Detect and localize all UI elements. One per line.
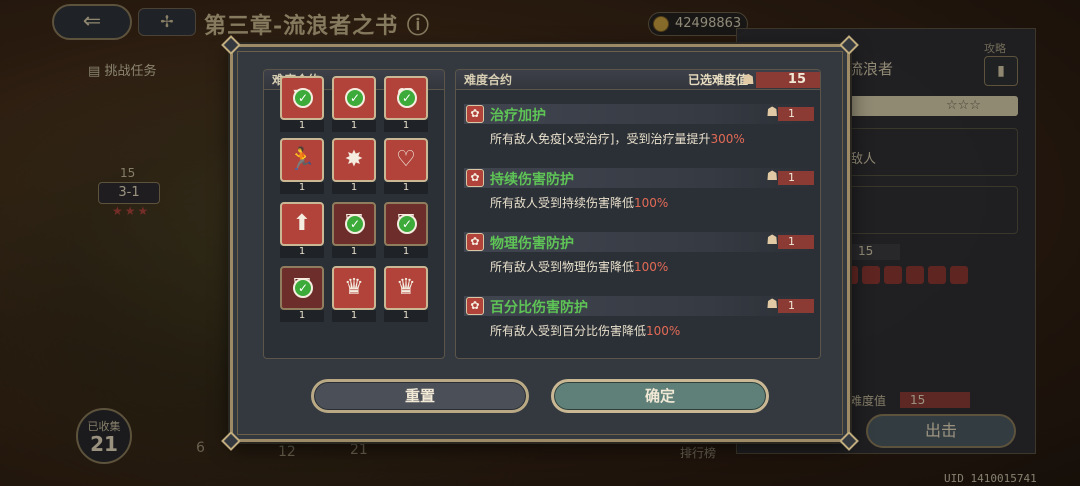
contract-grid-panel[interactable]: 难度合约 ▼✓1⊘✓1♥✓1🏃1✸1♡1⬆1⛉✓1⛉✓1⛉✓1♛1♛1 xyxy=(263,69,445,359)
contract-tile[interactable]: ♥✓1 xyxy=(384,76,428,132)
rule-cost: 1 xyxy=(778,299,814,313)
contract-count: 1 xyxy=(384,120,428,132)
rule-name: 治疗加护 xyxy=(490,108,546,124)
contract-count: 1 xyxy=(332,310,376,322)
rule-name: 物理伤害防护 xyxy=(490,236,574,252)
contract-count: 1 xyxy=(280,182,324,194)
demon-mask-icon: ☗ xyxy=(766,105,778,120)
contract-rule[interactable]: ✿ 治疗加护 ☗ 1 所有敌人免疫[x受治疗]，受到治疗量提升300% xyxy=(464,104,814,147)
demon-mask-icon: ☗ xyxy=(766,297,778,312)
demon-mask-icon: ☗ xyxy=(766,169,778,184)
rule-header: ✿ 治疗加护 ☗ 1 xyxy=(464,104,814,124)
rule-header: ✿ 物理伤害防护 ☗ 1 xyxy=(464,232,814,252)
contract-tile-icon: ♛ xyxy=(332,266,376,310)
contract-tile[interactable]: ⛉✓1 xyxy=(332,202,376,258)
contract-tile-icon: ▼✓ xyxy=(280,76,324,120)
checkmark-icon: ✓ xyxy=(397,214,417,234)
contract-tile[interactable]: ⛉✓1 xyxy=(280,266,324,322)
contract-rule[interactable]: ✿ 物理伤害防护 ☗ 1 所有敌人受到物理伤害降低100% xyxy=(464,232,814,275)
rule-description-text: 所有敌人受到物理伤害降低 xyxy=(490,260,635,274)
contract-tile-icon: ⛉✓ xyxy=(384,202,428,246)
reset-button[interactable]: 重置 xyxy=(311,379,529,413)
rule-icon: ✿ xyxy=(466,297,484,315)
rule-description: 所有敌人受到百分比伤害降低100% xyxy=(464,322,814,339)
contract-rule[interactable]: ✿ 百分比伤害防护 ☗ 1 所有敌人受到百分比伤害降低100% xyxy=(464,296,814,339)
confirm-button[interactable]: 确定 xyxy=(551,379,769,413)
rule-name: 百分比伤害防护 xyxy=(490,300,588,316)
contract-tile[interactable]: ♛ 1 xyxy=(384,266,428,322)
selected-difficulty-label: 已选难度值 xyxy=(688,73,749,87)
rule-header: ✿ 持续伤害防护 ☗ 1 xyxy=(464,168,814,188)
checkmark-icon: ✓ xyxy=(345,214,365,234)
contract-tile-icon: ♡ xyxy=(384,138,428,182)
contract-count: 1 xyxy=(332,182,376,194)
rule-icon: ✿ xyxy=(466,169,484,187)
rule-icon: ✿ xyxy=(466,233,484,251)
contract-tile-icon: ✸ xyxy=(332,138,376,182)
contract-tile[interactable]: ⛉✓1 xyxy=(384,202,428,258)
contract-glyph-icon: 🏃 xyxy=(288,147,316,172)
rule-cost: 1 xyxy=(778,171,814,185)
contract-detail-header: 难度合约 已选难度值 15 ☗ xyxy=(456,70,820,90)
rule-description-value: 300% xyxy=(710,132,745,146)
contract-count: 1 xyxy=(280,246,324,258)
rule-name: 持续伤害防护 xyxy=(490,172,574,188)
demon-mask-icon: ☗ xyxy=(742,72,755,88)
contract-tile[interactable]: ⊘✓1 xyxy=(332,76,376,132)
contract-tile[interactable]: ✸ 1 xyxy=(332,138,376,194)
demon-mask-icon: ☗ xyxy=(766,233,778,248)
contract-glyph-icon: ⬆ xyxy=(292,211,312,236)
contract-count: 1 xyxy=(280,310,324,322)
rule-header: ✿ 百分比伤害防护 ☗ 1 xyxy=(464,296,814,316)
contract-tile-icon: ⛉✓ xyxy=(280,266,324,310)
rule-cost: 1 xyxy=(778,235,814,249)
contract-glyph-icon: ✸ xyxy=(344,147,364,172)
contract-rule[interactable]: ✿ 持续伤害防护 ☗ 1 所有敌人受到持续伤害降低100% xyxy=(464,168,814,211)
checkmark-icon: ✓ xyxy=(345,88,365,108)
rule-description-value: 100% xyxy=(634,196,669,210)
contract-tile-icon: ⊘✓ xyxy=(332,76,376,120)
checkmark-icon: ✓ xyxy=(293,278,313,298)
contract-tile[interactable]: ▼✓1 xyxy=(280,76,324,132)
contract-detail-panel[interactable]: 难度合约 已选难度值 15 ☗ ✿ 治疗加护 ☗ 1 所有敌人免疫[x受治疗]，受到治疗… xyxy=(455,69,821,359)
contract-count: 1 xyxy=(384,310,428,322)
contract-glyph-icon: ♛ xyxy=(396,275,416,300)
contract-count: 1 xyxy=(384,182,428,194)
contract-tile[interactable]: ♛ 1 xyxy=(332,266,376,322)
contract-count: 1 xyxy=(332,120,376,132)
checkmark-icon: ✓ xyxy=(397,88,417,108)
rule-description-text: 所有敌人受到百分比伤害降低 xyxy=(490,324,647,338)
contract-count: 1 xyxy=(332,246,376,258)
selected-difficulty-value: 15 xyxy=(756,72,820,88)
checkmark-icon: ✓ xyxy=(293,88,313,108)
contract-tile-icon: ♥✓ xyxy=(384,76,428,120)
rule-description-text: 所有敌人免疫[x受治疗]，受到治疗量提升 xyxy=(490,132,711,146)
rule-description-value: 100% xyxy=(634,260,669,274)
rule-description: 所有敌人受到持续伤害降低100% xyxy=(464,194,814,211)
contract-glyph-icon: ♡ xyxy=(396,147,416,172)
contract-detail-title: 难度合约 xyxy=(464,73,513,87)
contract-count: 1 xyxy=(384,246,428,258)
contract-tile[interactable]: ⬆ 1 xyxy=(280,202,324,258)
rule-cost: 1 xyxy=(778,107,814,121)
contract-tile[interactable]: 🏃 1 xyxy=(280,138,324,194)
contract-tile[interactable]: ♡ 1 xyxy=(384,138,428,194)
rule-description-value: 100% xyxy=(646,324,681,338)
rule-description: 所有敌人受到物理伤害降低100% xyxy=(464,258,814,275)
contract-tile-icon: ⬆ xyxy=(280,202,324,246)
contract-glyph-icon: ♛ xyxy=(344,275,364,300)
contract-count: 1 xyxy=(280,120,324,132)
rule-icon: ✿ xyxy=(466,105,484,123)
difficulty-contract-dialog: 难度合约 ▼✓1⊘✓1♥✓1🏃1✸1♡1⬆1⛉✓1⛉✓1⛉✓1♛1♛1 难度合约… xyxy=(221,35,859,451)
contract-tile-icon: 🏃 xyxy=(280,138,324,182)
rule-description: 所有敌人免疫[x受治疗]，受到治疗量提升300% xyxy=(464,130,814,147)
rule-description-text: 所有敌人受到持续伤害降低 xyxy=(490,196,635,210)
contract-tile-icon: ♛ xyxy=(384,266,428,310)
contract-tile-icon: ⛉✓ xyxy=(332,202,376,246)
